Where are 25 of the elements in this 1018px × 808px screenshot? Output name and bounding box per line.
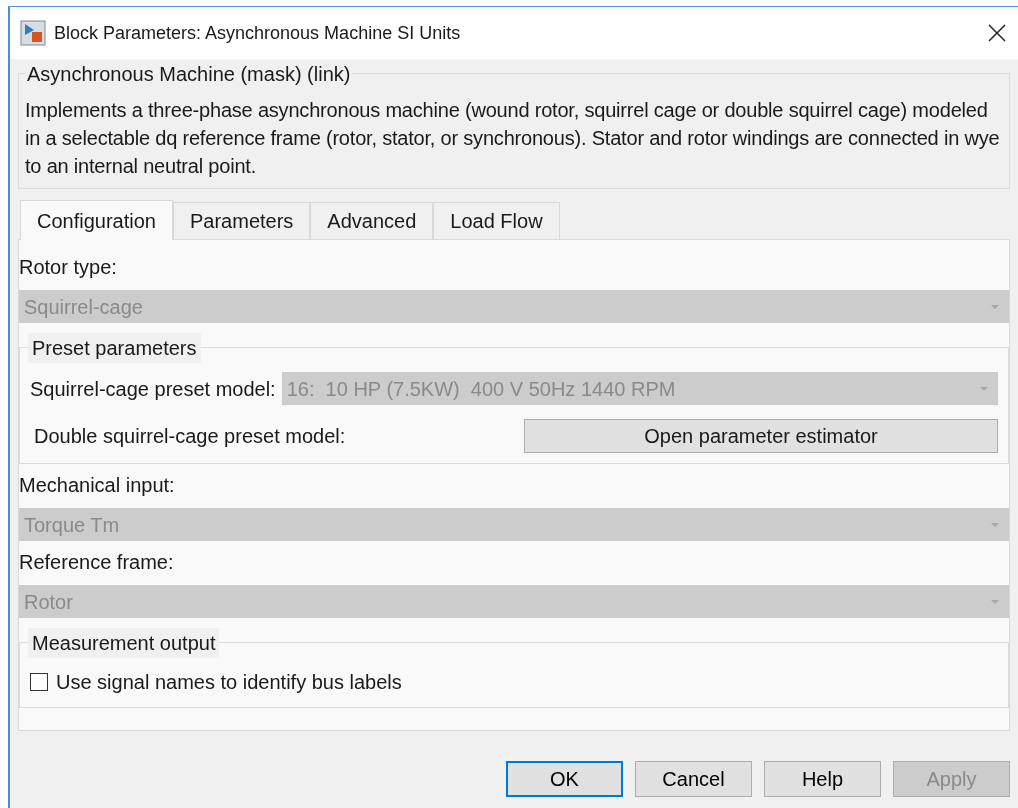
- tab[interactable]: Configuration: [20, 200, 173, 240]
- tab[interactable]: Advanced: [310, 202, 434, 239]
- field-label: Mechanical input:: [19, 473, 176, 498]
- caret-icon: [990, 303, 1000, 310]
- field-label: Reference frame:: [19, 550, 175, 575]
- tab[interactable]: Load Flow: [433, 202, 560, 239]
- app-icon: [20, 20, 46, 46]
- dialog-button[interactable]: Cancel: [635, 761, 752, 797]
- checkbox-option[interactable]: Use signal names to identify bus labels: [30, 667, 998, 697]
- field-label: Squirrel-cage preset model:: [30, 376, 276, 402]
- field-label: Double squirrel-cage preset model:: [33, 424, 347, 449]
- checkbox[interactable]: [30, 673, 48, 691]
- caret-icon: [990, 521, 1000, 528]
- dialog-button[interactable]: Help: [764, 761, 881, 797]
- group-title: Preset parameters: [28, 333, 201, 363]
- close-icon[interactable]: [988, 24, 1006, 42]
- window-title: Block Parameters: Asynchronous Machine SI Units: [54, 21, 462, 45]
- caret-icon: [990, 598, 1000, 605]
- caret-icon: [979, 385, 989, 392]
- open-estimator-button[interactable]: Open parameter estimator: [524, 419, 998, 453]
- dialog-button[interactable]: OK: [506, 761, 623, 797]
- field-label: Rotor type:: [19, 255, 118, 280]
- tab[interactable]: Parameters: [172, 202, 311, 239]
- group-title: Measurement output: [28, 628, 220, 658]
- description-text: Implements a three-phase asynchronous machine (wound rotor, squirrel cage or double squirrel cage) modeled in a selectable dq reference frame (rotor, stator, or synchronous). Stator and rotor windings are connected in wye to an internal neutral point.: [25, 98, 1001, 179]
